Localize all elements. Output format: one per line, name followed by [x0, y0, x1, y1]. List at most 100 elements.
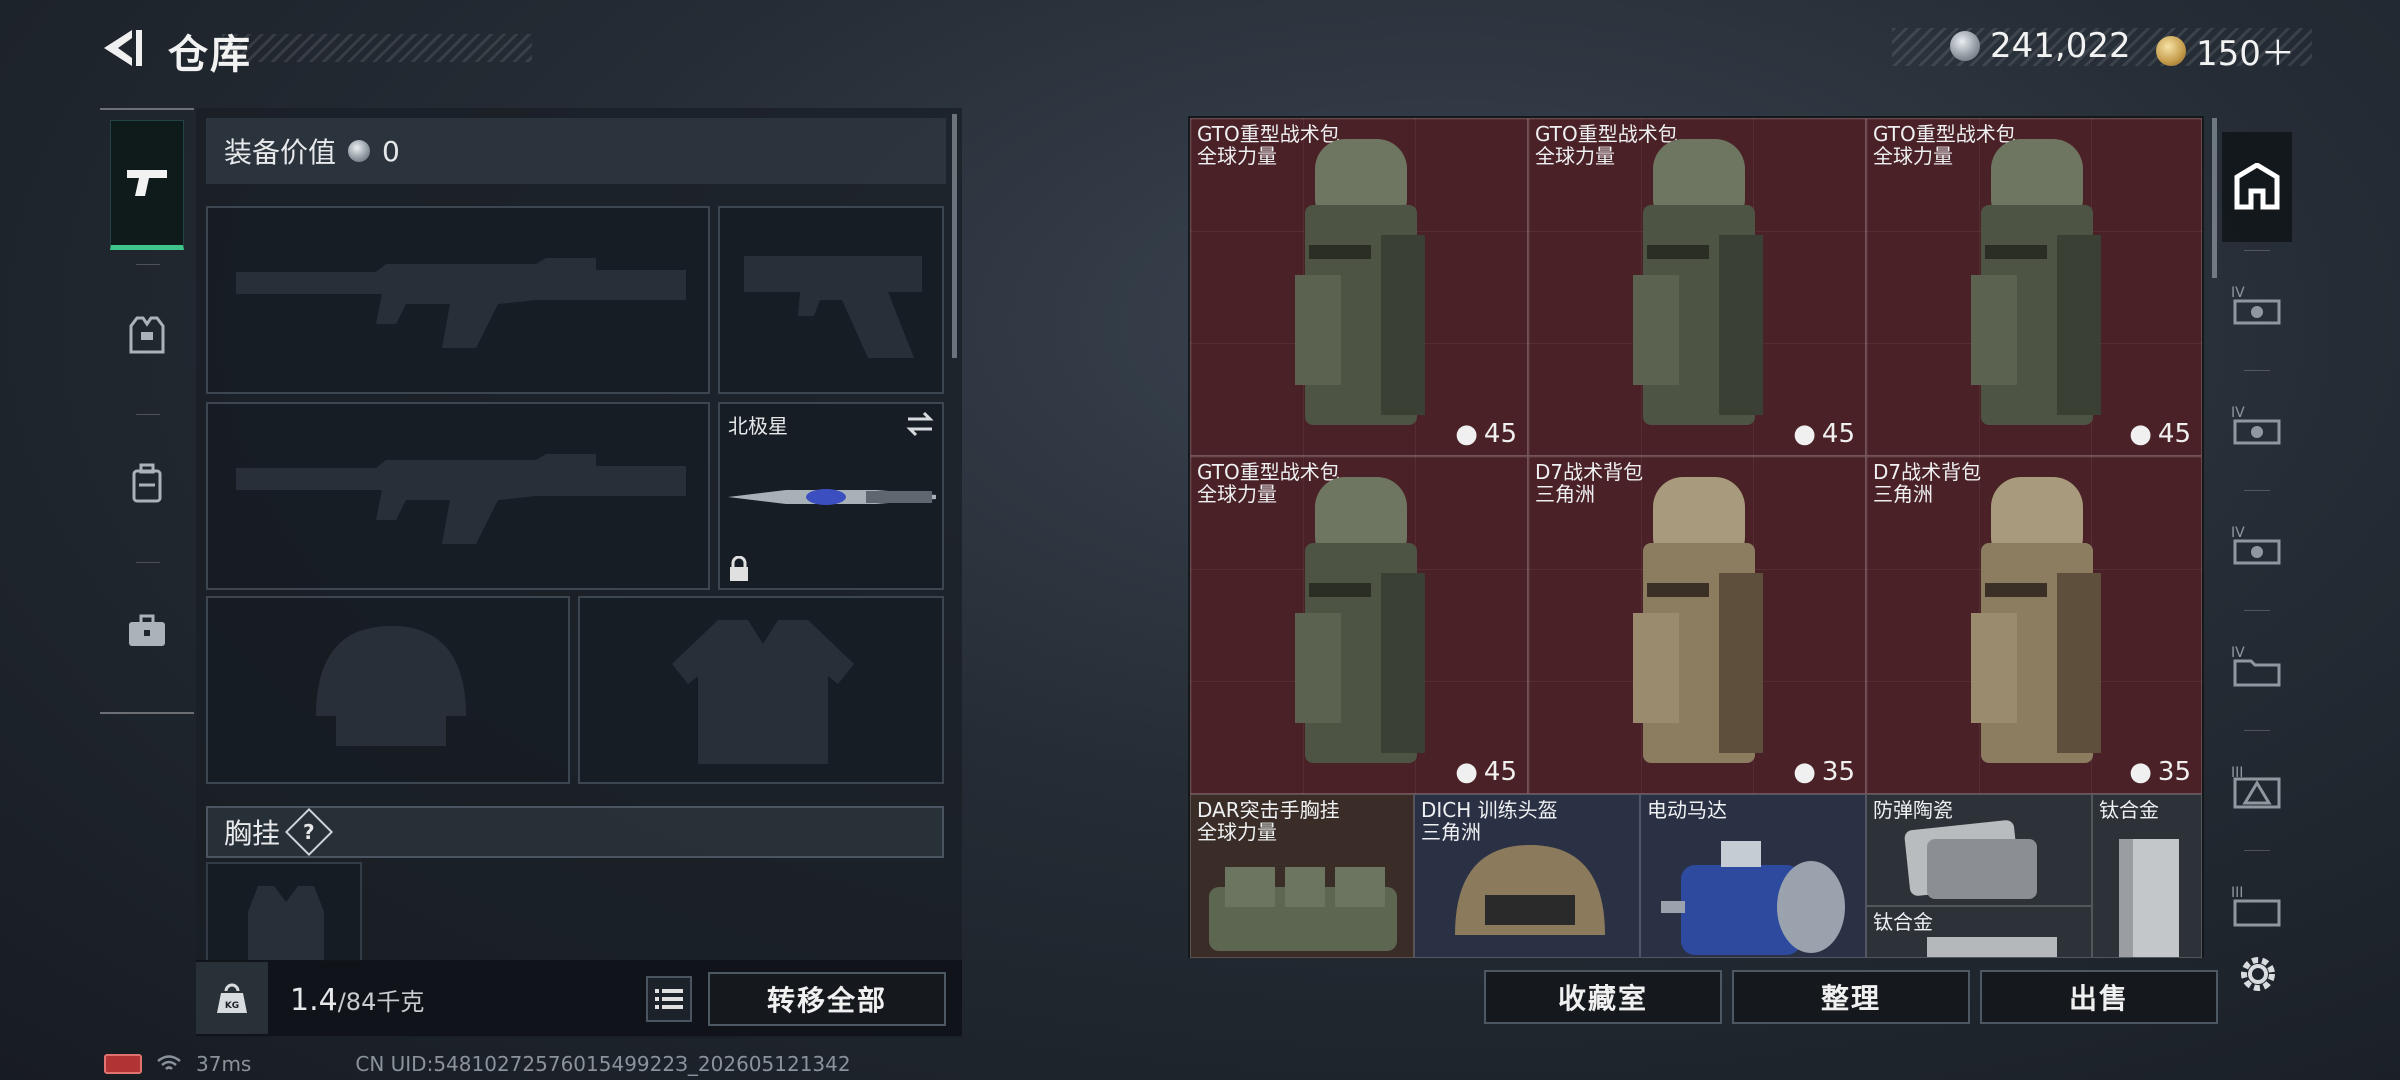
grid-item[interactable]: 钛合金: [2092, 794, 2202, 958]
grid-item[interactable]: D7战术背包 三角洲 ● 35: [1528, 456, 1866, 794]
chest-rig-header: 胸挂 ?: [206, 806, 944, 858]
help-icon[interactable]: ?: [284, 807, 334, 857]
list-view-button[interactable]: [646, 976, 692, 1022]
organize-button[interactable]: 整理: [1732, 970, 1970, 1024]
equipment-value-bar: 装备价值 0: [206, 118, 946, 184]
grid-item[interactable]: D7战术背包 三角洲 ● 35: [1866, 456, 2202, 794]
capacity-icon: ●: [1455, 419, 1478, 449]
grid-item[interactable]: 电动马达: [1640, 794, 1866, 958]
gun-icon: [127, 170, 167, 196]
helmet-slot[interactable]: [206, 596, 570, 784]
secondary-weapon-slot[interactable]: [206, 402, 710, 590]
primary-weapon-slot[interactable]: [206, 206, 710, 394]
gear-icon[interactable]: [2236, 952, 2280, 996]
chest-rig-slot[interactable]: [206, 862, 362, 962]
grid-item[interactable]: GTO重型战术包 全球力量 ● 45: [1190, 456, 1528, 794]
title-decoration: [222, 34, 532, 62]
gold-amount: 150＋: [2196, 34, 2295, 74]
sell-button[interactable]: 出售: [1980, 970, 2218, 1024]
equipment-value-label: 装备价值: [224, 136, 337, 169]
ceramic-plate-icon: [1904, 820, 2037, 899]
rail-tier4-3[interactable]: IV: [2222, 492, 2292, 602]
tier4-scope-icon: IV: [2231, 285, 2281, 325]
silver-amount: 241,022: [1990, 26, 2131, 66]
svg-text:IV: IV: [2231, 405, 2245, 421]
helmet-silhouette-icon: [316, 626, 466, 746]
capacity-icon: ●: [1793, 419, 1816, 449]
rail-tier4-2[interactable]: IV: [2222, 372, 2292, 482]
melee-name: 北极星: [728, 414, 788, 438]
battery-icon: [104, 1054, 142, 1074]
uid-text: CN UID:5481027257601549922З_202605121342: [355, 1052, 851, 1076]
tier3-triangle-icon: III: [2231, 765, 2281, 809]
grid-item[interactable]: DICH 训练头盔 三角洲: [1414, 794, 1640, 958]
tier4-folder-icon: IV: [2231, 645, 2281, 687]
tab-backpack[interactable]: [110, 418, 184, 548]
storage-filter-rail: IV IV IV IV III III: [2222, 132, 2292, 960]
backpack-icon: [132, 463, 162, 503]
swap-icon[interactable]: [904, 410, 936, 438]
status-bar: 37ms CN UID:5481027257601549922З_2026051…: [104, 1052, 851, 1076]
category-tabs: [100, 108, 194, 714]
briefcase-icon: [129, 614, 165, 646]
silver-currency: 241,022: [1950, 26, 2131, 66]
capacity-icon: ●: [1793, 757, 1816, 787]
weight-icon: KG: [217, 983, 247, 1013]
scrollbar[interactable]: [2212, 118, 2217, 278]
weight-readout: 1.4/84千克: [290, 982, 424, 1018]
backpack-icon: [1633, 139, 1763, 425]
chest-rig-icon: [1209, 867, 1397, 951]
pistol-silhouette-icon: [744, 256, 922, 358]
rifle-silhouette-icon: [236, 258, 686, 348]
rail-tier3-1[interactable]: III: [2222, 732, 2292, 842]
rail-tier3-2[interactable]: III: [2222, 852, 2292, 962]
electric-motor-icon: [1661, 841, 1845, 955]
helmet-icon: [1455, 845, 1605, 935]
weight-used: 1.4: [290, 983, 338, 1018]
capacity-icon: ●: [1455, 757, 1478, 787]
home-icon: [2234, 163, 2280, 210]
backpack-icon: [1971, 139, 2101, 425]
svg-text:III: III: [2231, 885, 2243, 901]
tab-armor[interactable]: [110, 270, 184, 400]
capacity-icon: ●: [2129, 757, 2152, 787]
armor-slot[interactable]: [578, 596, 944, 784]
tier4-scope-icon: IV: [2231, 405, 2281, 445]
wifi-icon: [157, 1055, 181, 1070]
silver-coin-icon: [348, 140, 371, 162]
transfer-all-button[interactable]: 转移全部: [708, 972, 946, 1026]
tier3-box-icon: III: [2231, 885, 2281, 927]
tab-weapons[interactable]: [110, 120, 184, 250]
rail-tier4-4[interactable]: IV: [2222, 612, 2292, 722]
grid-item[interactable]: GTO重型战术包 全球力量 ● 45: [1190, 118, 1528, 456]
vest-icon: [129, 316, 165, 354]
gold-coin-icon: [2156, 35, 2186, 66]
grid-item[interactable]: GTO重型战术包 全球力量 ● 45: [1866, 118, 2202, 456]
svg-text:IV: IV: [2231, 525, 2245, 541]
equipment-value: 0: [382, 134, 400, 168]
rail-home[interactable]: [2222, 132, 2292, 242]
svg-text:KG: KG: [225, 1001, 239, 1011]
grid-item[interactable]: DAR突击手胸挂 全球力量: [1190, 794, 1414, 958]
knife-icon: [728, 489, 936, 505]
backpack-icon: [1633, 477, 1763, 763]
collection-room-button[interactable]: 收藏室: [1484, 970, 1722, 1024]
rifle-silhouette-icon: [236, 454, 686, 544]
rail-tier4-1[interactable]: IV: [2222, 252, 2292, 362]
chest-rig-silhouette-icon: [248, 886, 324, 962]
capacity-icon: ●: [2129, 419, 2152, 449]
back-arrow-icon[interactable]: [98, 24, 146, 72]
tab-case[interactable]: [110, 566, 184, 696]
vest-silhouette-icon: [672, 620, 854, 764]
pistol-slot[interactable]: [718, 206, 944, 394]
titanium-ingot-icon: [1927, 937, 2057, 957]
grid-item[interactable]: GTO重型战术包 全球力量 ● 45: [1528, 118, 1866, 456]
grid-item[interactable]: 防弹陶瓷: [1866, 794, 2092, 906]
backpack-icon: [1295, 139, 1425, 425]
gold-currency[interactable]: 150＋: [2156, 26, 2295, 75]
scrollbar[interactable]: [952, 114, 957, 358]
grid-item[interactable]: 钛合金: [1866, 906, 2092, 958]
weight-icon-box: KG: [196, 962, 268, 1034]
tier4-scope-icon: IV: [2231, 525, 2281, 565]
melee-slot[interactable]: 北极星: [718, 402, 944, 590]
